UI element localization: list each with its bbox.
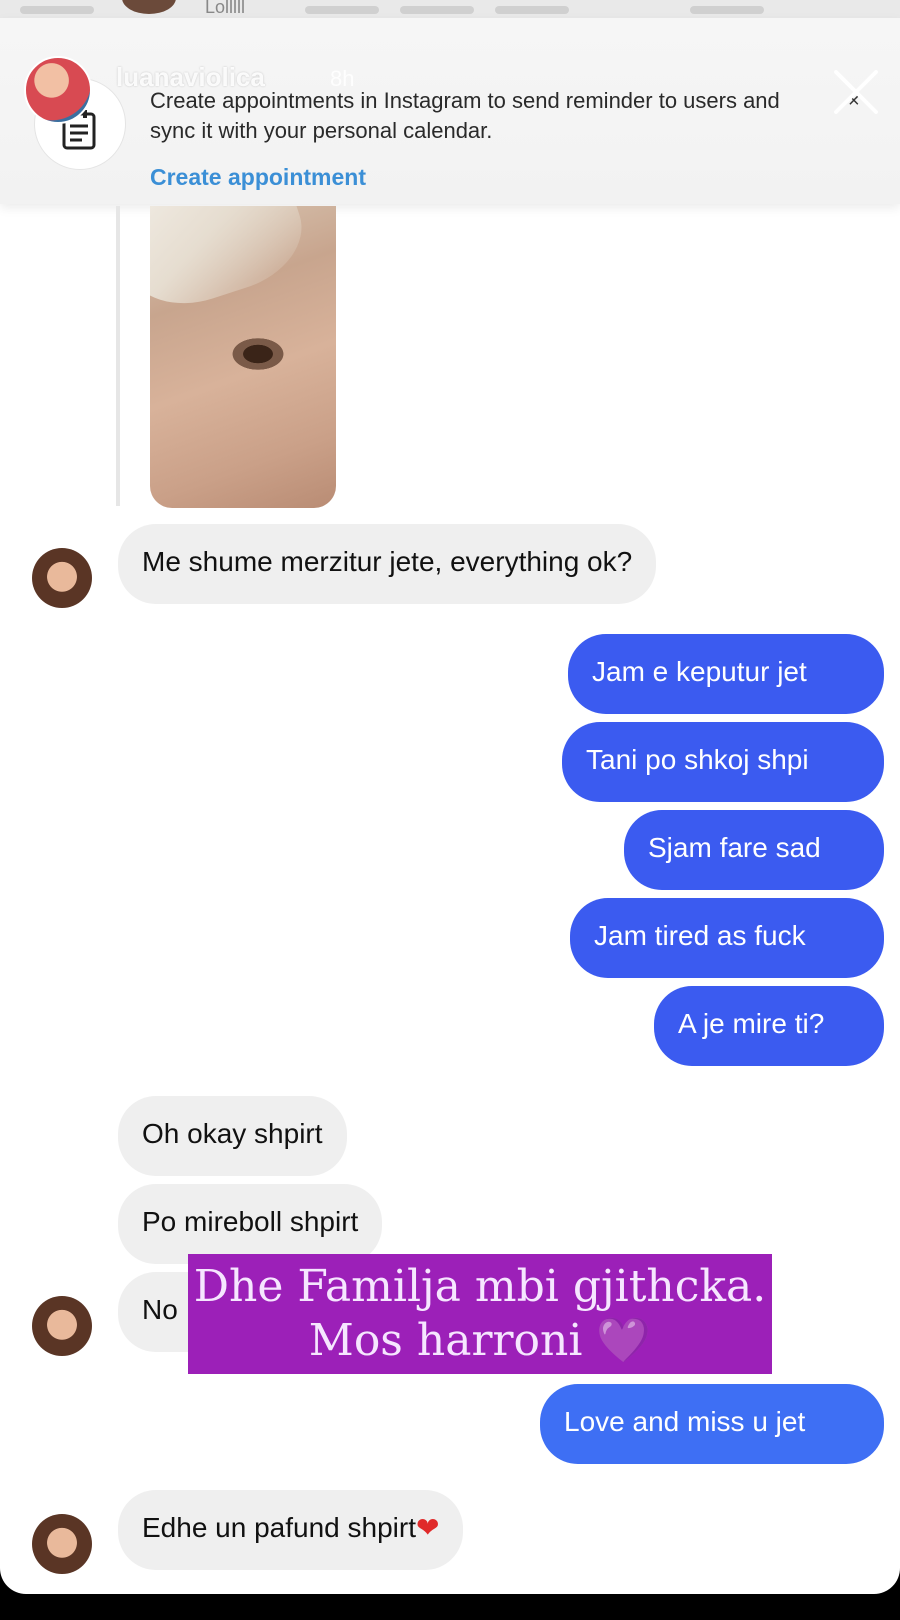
message-outgoing[interactable]: A je mire ti? — [654, 986, 884, 1066]
story-text-overlay: Dhe Familja mbi gjithcka. Mos harroni 💜 — [188, 1254, 772, 1374]
top-avatar — [122, 0, 176, 14]
top-caption: Lolllll — [205, 0, 246, 17]
appointment-banner: luanaviolica 8h Create appointments in I… — [0, 18, 900, 204]
message-incoming[interactable]: Me shume merzitur jete, everything ok? — [118, 524, 657, 604]
story-close-icon[interactable] — [830, 66, 882, 118]
sender-avatar[interactable] — [32, 1514, 92, 1574]
red-heart-emoji: ❤ — [415, 1512, 440, 1543]
story-user-avatar[interactable] — [24, 56, 92, 124]
banner-text: Create appointments in Instagram to send… — [150, 88, 780, 143]
message-incoming[interactable]: Po mireboll shpirt — [118, 1184, 383, 1264]
purple-heart-emoji: 💜 — [596, 1315, 652, 1366]
message-incoming[interactable]: Edhe un pafund shpirt❤ — [118, 1490, 464, 1570]
story-progress-segment — [400, 6, 474, 14]
reply-thread-line — [116, 206, 120, 506]
message-text: Edhe un pafund shpirt — [142, 1512, 416, 1543]
create-appointment-link[interactable]: Create appointment — [150, 164, 366, 191]
message-outgoing[interactable]: Love and miss u jet — [540, 1384, 884, 1464]
shared-photo[interactable] — [150, 206, 336, 508]
sender-avatar[interactable] — [32, 1296, 92, 1356]
message-outgoing[interactable]: Sjam fare sad — [624, 810, 884, 890]
story-progress-segment — [20, 6, 94, 14]
overlay-line-2: Mos harroni 💜 — [188, 1314, 772, 1368]
story-progress-segment — [305, 6, 379, 14]
message-incoming[interactable]: Oh okay shpirt — [118, 1096, 347, 1176]
overlay-line-1: Dhe Familja mbi gjithcka. — [193, 1261, 767, 1312]
message-outgoing[interactable]: Jam tired as fuck — [570, 898, 884, 978]
overlay-line-2-text: Mos harroni — [308, 1315, 583, 1366]
story-progress-segment — [690, 6, 764, 14]
story-progress-segment — [495, 6, 569, 14]
message-outgoing[interactable]: Jam e keputur jet — [568, 634, 884, 714]
message-outgoing[interactable]: Tani po shkoj shpi — [562, 722, 884, 802]
dm-story-screen: Lolllll luanaviolica 8h Create appointme… — [0, 0, 900, 1594]
sender-avatar[interactable] — [32, 548, 92, 608]
